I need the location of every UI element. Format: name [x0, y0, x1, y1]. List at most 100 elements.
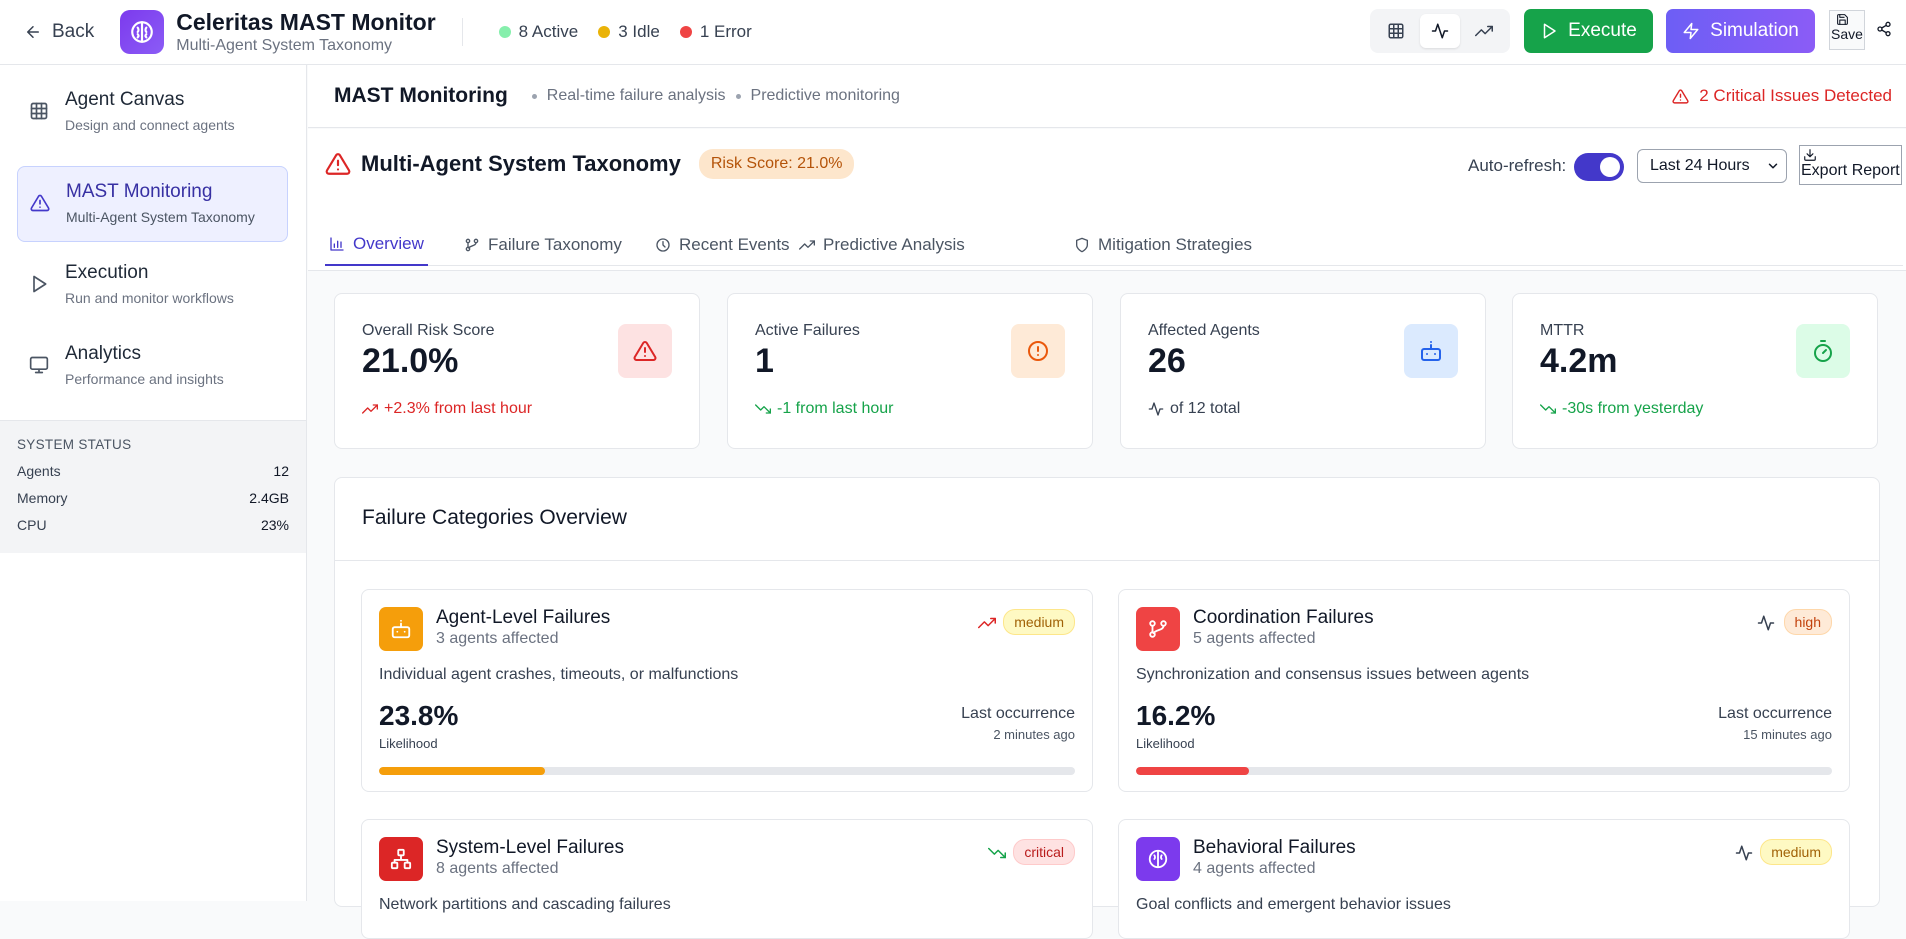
tab-label: Overview [353, 233, 424, 253]
sidebar-item-desc: Multi-Agent System Taxonomy [66, 209, 255, 225]
download-icon [1804, 149, 1816, 161]
page-title: MAST Monitoring [334, 84, 508, 107]
execute-label: Execute [1568, 20, 1637, 41]
tab-predictive-analysis[interactable]: Predictive Analysis [795, 223, 969, 266]
status-dot [679, 26, 692, 38]
metric-card-mttr: MTTR 4.2m -30s from yesterday [1512, 293, 1878, 449]
play-icon [33, 275, 47, 293]
time-range-select[interactable]: Last 24 Hours [1637, 149, 1787, 183]
divider [461, 18, 463, 46]
category-name: Agent-Level Failures [436, 607, 611, 628]
failure-card-system-level[interactable]: System-Level Failures 8 agents affected … [361, 819, 1093, 939]
critical-issues-text: 2 Critical Issues Detected [1699, 86, 1892, 105]
alert-triangle-icon [325, 153, 351, 175]
system-status-row: Agents 12 [17, 463, 289, 479]
trending-up-icon [978, 617, 996, 629]
grid-view-button[interactable] [1376, 14, 1416, 48]
metric-icon-box [618, 324, 672, 378]
bullet [531, 93, 537, 99]
tab-mitigation-strategies[interactable]: Mitigation Strategies [1070, 223, 1256, 266]
auto-refresh-toggle[interactable] [1574, 153, 1624, 181]
sidebar-item-desc: Design and connect agents [65, 117, 235, 133]
back-label: Back [52, 21, 95, 42]
likelihood-label: Likelihood [379, 736, 438, 751]
category-icon-box [379, 607, 423, 651]
export-label: Export Report [1801, 162, 1900, 179]
activity-icon [1431, 23, 1449, 39]
time-range-value: Last 24 Hours [1650, 157, 1750, 174]
status-dot [498, 26, 511, 38]
alert-circle-icon [1028, 341, 1048, 361]
monitor-icon [29, 356, 49, 374]
sidebar-item-agent-canvas[interactable]: Agent Canvas Design and connect agents [17, 75, 288, 151]
category-name: System-Level Failures [436, 837, 624, 858]
chevron-down-icon [1768, 163, 1778, 169]
bot-icon [1421, 341, 1441, 361]
row-value: 2.4GB [249, 490, 289, 506]
failure-card-coordination[interactable]: Coordination Failures 5 agents affected … [1118, 589, 1850, 792]
sidebar-item-label: Agent Canvas [65, 89, 185, 110]
export-report-button[interactable]: Export Report [1799, 145, 1902, 185]
sidebar-item-analytics[interactable]: Analytics Performance and insights [17, 329, 288, 405]
likelihood-bar-fill [379, 767, 545, 775]
save-button[interactable]: Save [1829, 10, 1865, 50]
critical-issues-alert[interactable]: 2 Critical Issues Detected [1672, 86, 1892, 106]
metric-change: -1 from last hour [755, 400, 893, 418]
tab-label: Recent Events [679, 234, 790, 254]
metric-card-affected-agents: Affected Agents 26 of 12 total [1120, 293, 1486, 449]
activity-view-button[interactable] [1420, 14, 1460, 48]
network-icon [390, 848, 412, 870]
trending-up-icon [799, 239, 815, 250]
app-title-block: Celeritas MAST Monitor Multi-Agent Syste… [176, 9, 435, 55]
simulation-label: Simulation [1710, 20, 1799, 41]
sidebar-item-desc: Performance and insights [65, 371, 224, 387]
failure-card-behavioral[interactable]: Behavioral Failures 4 agents affected me… [1118, 819, 1850, 939]
metric-change: -30s from yesterday [1540, 400, 1703, 418]
likelihood-bar-fill [1136, 767, 1249, 775]
trend-indicator [1735, 844, 1753, 862]
tab-failure-taxonomy[interactable]: Failure Taxonomy [460, 223, 626, 266]
metric-change-text: -1 from last hour [777, 400, 894, 417]
category-description: Goal conflicts and emergent behavior iss… [1136, 896, 1451, 913]
overview-content: Overall Risk Score 21.0% +2.3% from last… [308, 270, 1906, 939]
metric-change-text: +2.3% from last hour [384, 400, 533, 417]
category-description: Individual agent crashes, timeouts, or m… [379, 666, 739, 683]
back-button[interactable]: Back [24, 21, 94, 43]
grid-icon [1388, 23, 1404, 39]
sidebar-item-mast-monitoring[interactable]: MAST Monitoring Multi-Agent System Taxono… [17, 166, 288, 242]
tab-recent-events[interactable]: Recent Events [651, 223, 794, 266]
failure-card-agent-level[interactable]: Agent-Level Failures 3 agents affected m… [361, 589, 1093, 792]
share-button[interactable] [1876, 21, 1892, 37]
status-dot [598, 26, 611, 38]
clock-icon [656, 237, 670, 252]
severity-badge: medium [1003, 609, 1075, 635]
status-error: 1 Error [679, 22, 752, 42]
trending-up-icon [1475, 25, 1493, 37]
bar-chart-icon [330, 236, 344, 251]
trend-view-button[interactable] [1464, 14, 1504, 48]
row-value: 12 [273, 463, 289, 479]
system-status-row: CPU 23% [17, 517, 289, 533]
trend-indicator [1757, 614, 1775, 632]
panel-title-row: Multi-Agent System Taxonomy Risk Score: … [325, 149, 855, 179]
save-icon [1837, 14, 1848, 25]
likelihood-bar [379, 767, 1075, 775]
section-heading: Failure Categories Overview [335, 478, 1879, 561]
execute-button[interactable]: Execute [1524, 9, 1653, 53]
system-status-heading: SYSTEM STATUS [17, 437, 132, 452]
status-label: 1 Error [699, 22, 752, 41]
activity-icon [1735, 845, 1753, 861]
status-active: 8 Active [498, 22, 578, 42]
tab-overview[interactable]: Overview [325, 223, 428, 266]
trend-indicator [978, 614, 996, 632]
failure-categories-overview: Failure Categories Overview Agent-Level … [334, 477, 1880, 939]
last-occurrence-time: 15 minutes ago [1743, 727, 1832, 742]
timer-icon [1814, 340, 1832, 362]
agent-status-summary: 8 Active 3 Idle 1 Error [498, 22, 752, 42]
sidebar-item-execution[interactable]: Execution Run and monitor workflows [17, 248, 288, 324]
metric-change: of 12 total [1148, 400, 1240, 418]
git-branch-icon [1149, 620, 1167, 638]
metric-card-risk-score: Overall Risk Score 21.0% +2.3% from last… [334, 293, 700, 449]
toggle-knob [1600, 157, 1620, 177]
simulation-button[interactable]: Simulation [1666, 9, 1815, 53]
